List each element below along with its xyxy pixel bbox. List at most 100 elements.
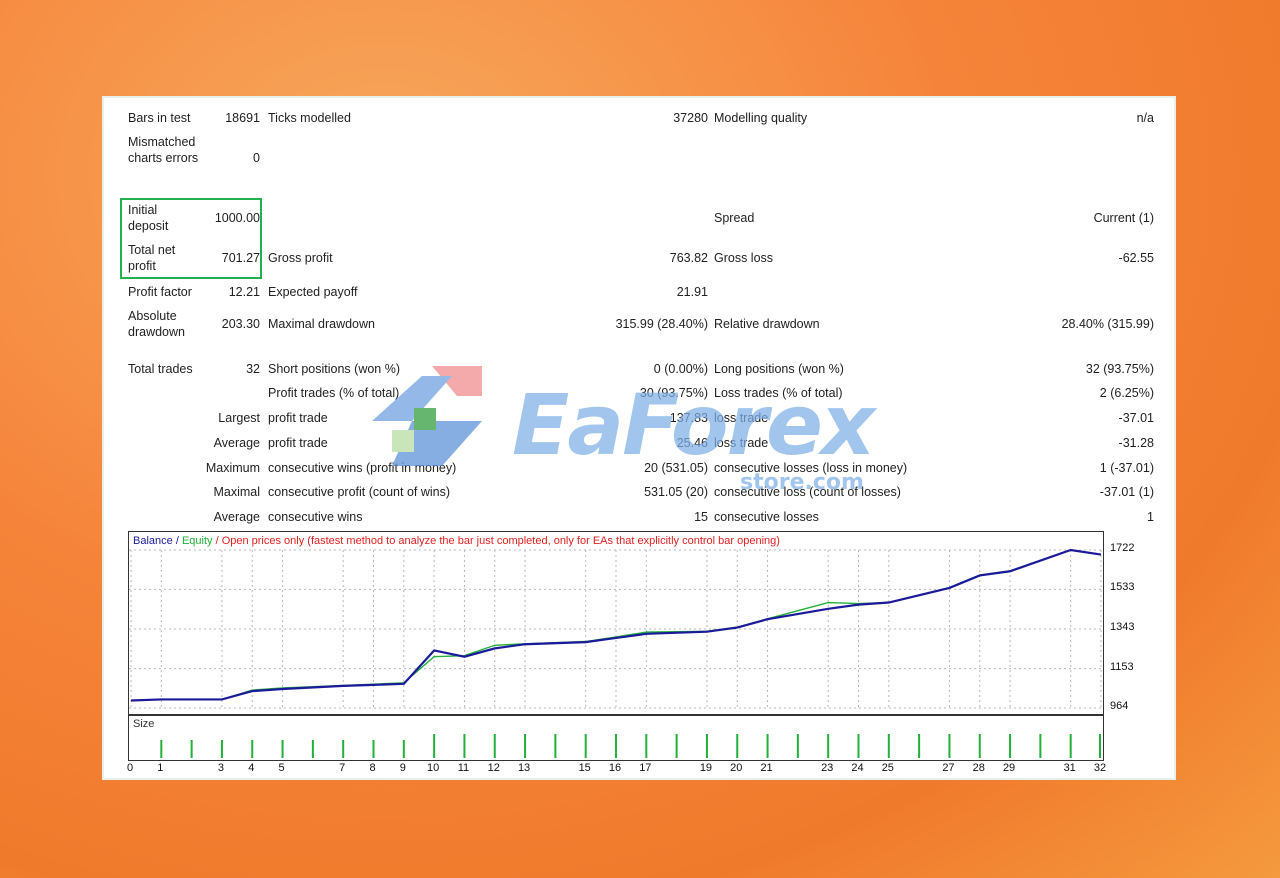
value-average-consecutive-losses: 1	[1147, 510, 1154, 524]
value-max-consecutive-wins: 20 (531.05)	[644, 461, 708, 475]
value-ticks-modelled: 37280	[673, 111, 708, 125]
x-tick-label: 16	[608, 762, 622, 774]
label-spread: Spread	[714, 211, 755, 225]
value-gross-profit: 763.82	[669, 251, 708, 265]
y-tick-label: 1153	[1110, 660, 1134, 673]
label-modelling-quality: Modelling quality	[714, 111, 808, 125]
x-tick-label: 21	[760, 762, 773, 774]
label-largest-loss-trade: loss trade	[714, 411, 769, 425]
value-relative-drawdown: 28.40% (315.99)	[1061, 317, 1154, 331]
x-tick-label: 28	[972, 762, 985, 774]
size-bar	[251, 740, 254, 758]
label-ticks-modelled: Ticks modelled	[268, 111, 351, 125]
label-average-consecutive-losses: consecutive losses	[714, 510, 819, 524]
value-largest-profit-trade: 137.83	[669, 411, 708, 425]
x-tick-label: 29	[1002, 762, 1016, 774]
value-expected-payoff: 21.91	[676, 285, 708, 299]
size-bar	[1069, 734, 1072, 758]
y-tick-label: 1343	[1110, 621, 1135, 633]
size-bar	[1099, 734, 1101, 758]
value-maximal-consecutive-profit: 531.05 (20)	[644, 485, 708, 499]
x-tick-label: 1	[157, 762, 164, 774]
y-tick-label: 964	[1110, 700, 1129, 712]
label-average: Average	[213, 436, 260, 450]
size-bar	[1039, 734, 1042, 758]
size-bar	[372, 740, 375, 758]
label-average-consecutive: Average	[213, 510, 260, 524]
x-tick-label: 15	[578, 762, 591, 774]
x-tick-label: 31	[1063, 762, 1076, 774]
label-total-net-profit: Total net profit	[128, 243, 176, 273]
value-loss-trades: 2 (6.25%)	[1099, 386, 1154, 400]
x-tick-label: 24	[851, 762, 864, 774]
x-tick-label: 0	[126, 762, 134, 774]
label-maximal-consecutive-loss: consecutive loss (count of losses)	[714, 485, 901, 499]
x-tick-label: 25	[881, 762, 894, 774]
size-bar	[433, 734, 436, 758]
label-mismatched-errors: Mismatched charts errors	[128, 135, 199, 165]
label-average-consecutive-wins: consecutive wins	[268, 510, 363, 524]
value-bars-in-test: 18691	[225, 111, 260, 125]
size-bar	[402, 740, 405, 758]
x-tick-label: 12	[487, 762, 500, 774]
x-tick-label: 23	[821, 762, 834, 774]
value-short-positions: 0 (0.00%)	[653, 362, 708, 376]
balance-chart: Balance / Equity / Open prices only (fas…	[128, 531, 1104, 715]
size-bar	[160, 740, 163, 758]
x-tick-label: 5	[278, 762, 285, 774]
size-bar	[827, 734, 830, 758]
value-initial-deposit: 1000.00	[214, 211, 260, 225]
x-tick-label: 11	[457, 762, 470, 774]
size-bar	[796, 734, 799, 758]
value-average-consecutive-wins: 15	[694, 510, 708, 524]
label-gross-profit: Gross profit	[268, 251, 333, 265]
label-largest: Largest	[218, 411, 260, 425]
value-gross-loss: -62.55	[1118, 251, 1154, 265]
value-absolute-drawdown: 203.30	[221, 317, 260, 331]
label-profit-factor: Profit factor	[128, 285, 192, 299]
size-bar	[281, 740, 284, 758]
report-table: Bars in test 18691 Ticks modelled 37280 …	[104, 98, 1174, 528]
chart-plot-area	[129, 548, 1103, 709]
x-tick-label: 27	[942, 762, 955, 774]
label-average-loss-trade: loss trade	[714, 436, 769, 450]
size-bar	[190, 740, 193, 758]
size-bar	[524, 734, 527, 758]
y-tick-label: 1533	[1110, 581, 1135, 594]
x-tick-label: 8	[369, 762, 376, 774]
label-profit-trades: Profit trades (% of total)	[268, 386, 400, 400]
size-bar	[857, 734, 860, 758]
label-short-positions: Short positions (won %)	[268, 362, 401, 376]
x-tick-label: 10	[427, 762, 440, 774]
size-bar	[948, 734, 951, 758]
x-tick-label: 20	[730, 762, 743, 774]
value-average-loss-trade: -31.28	[1118, 436, 1154, 450]
label-expected-payoff: Expected payoff	[268, 285, 358, 299]
x-tick-label: 3	[217, 762, 224, 774]
x-tick-label: 13	[517, 762, 531, 774]
x-tick-label: 32	[1093, 762, 1107, 774]
report-panel: Bars in test 18691 Ticks modelled 3 7 28 0 …	[102, 96, 1176, 780]
label-bars-in-test: Bars in test	[128, 111, 191, 125]
x-tick-label: 7	[339, 762, 346, 774]
x-tick-label: 17	[639, 762, 652, 774]
label-relative-drawdown: Relative drawdown	[714, 317, 820, 331]
size-bar	[615, 734, 617, 758]
value-largest-loss-trade: -37.01	[1118, 411, 1154, 425]
value-modelling-quality: n/a	[1136, 111, 1154, 125]
label-maximal: Maximal	[213, 485, 260, 499]
label-maximal-drawdown: Maximal drawdown	[268, 317, 375, 331]
size-bar	[220, 740, 223, 758]
size-chart: Size	[128, 715, 1104, 761]
label-largest-profit-trade: profit trade	[268, 411, 328, 425]
value-total-trades: 32	[246, 362, 260, 376]
label-average-profit-trade: profit trade	[268, 436, 328, 450]
size-bars-area	[160, 734, 1101, 758]
size-bar	[705, 734, 708, 758]
label-maximal-consecutive-profit: consecutive profit (count of wins)	[268, 485, 451, 499]
value-maximal-consecutive-loss: -37.01 (1)	[1099, 485, 1154, 499]
size-bar	[554, 734, 557, 758]
label-max-consecutive-losses: consecutive losses (loss in money)	[714, 461, 908, 475]
value-profit-trades: 30 (93.75%)	[639, 386, 708, 400]
value-spread: Current (1)	[1093, 211, 1154, 225]
